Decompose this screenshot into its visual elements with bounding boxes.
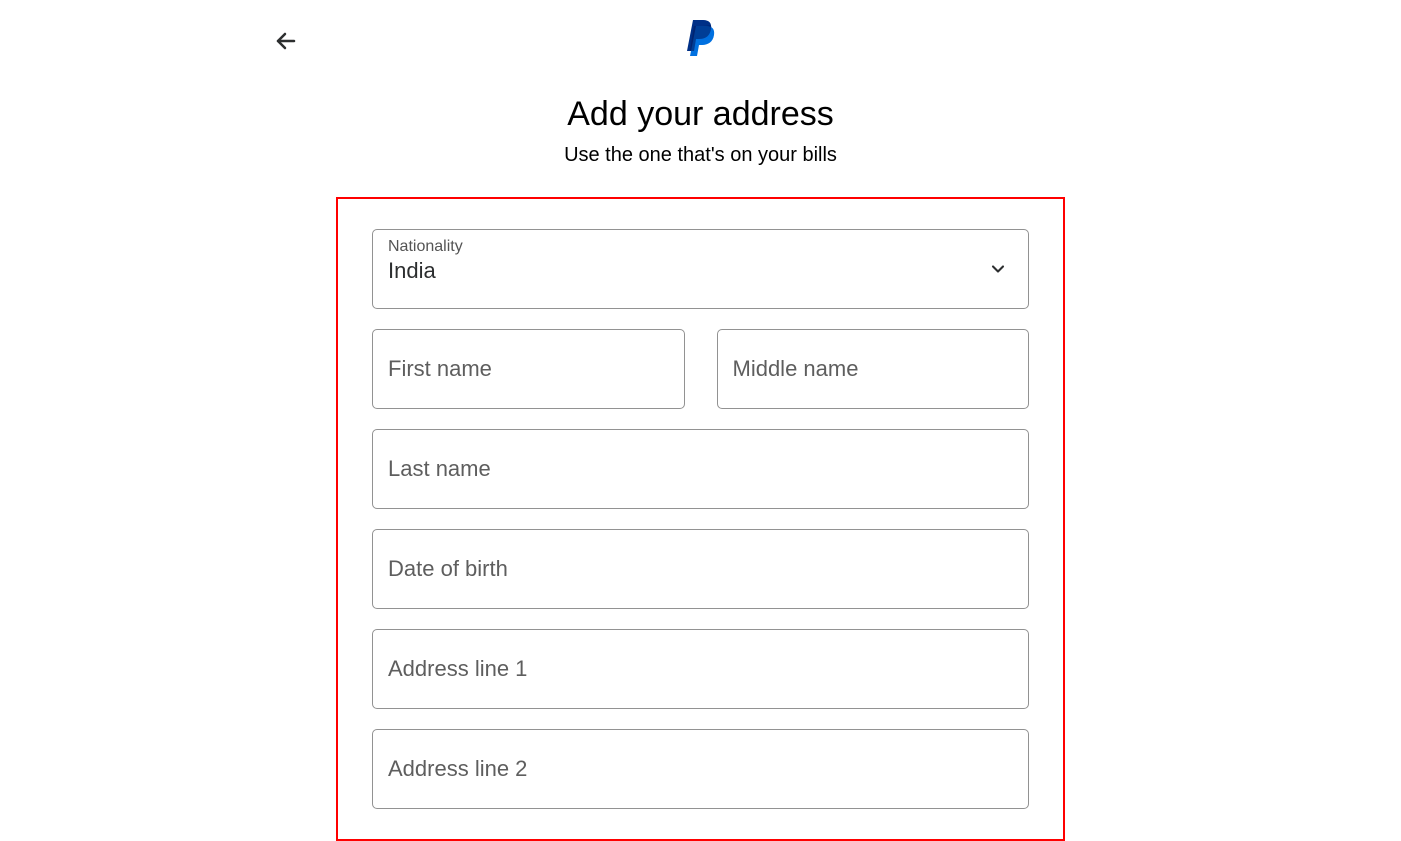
date-of-birth-field[interactable] <box>372 529 1029 609</box>
back-button[interactable] <box>270 25 302 57</box>
form-container: Nationality India <box>336 197 1065 841</box>
nationality-label: Nationality <box>388 238 463 256</box>
page-title: Add your address <box>0 95 1401 134</box>
address-line-2-field[interactable] <box>372 729 1029 809</box>
middle-name-field[interactable] <box>717 329 1030 409</box>
arrow-left-icon <box>274 29 298 53</box>
nationality-value: India <box>388 258 978 284</box>
nationality-select[interactable]: Nationality India <box>372 229 1029 309</box>
page-subtitle: Use the one that's on your bills <box>0 144 1401 167</box>
header-section: Add your address Use the one that's on y… <box>0 95 1401 167</box>
first-name-field[interactable] <box>372 329 685 409</box>
address-line-1-field[interactable] <box>372 629 1029 709</box>
paypal-logo <box>685 18 717 56</box>
chevron-down-icon <box>988 259 1008 279</box>
last-name-field[interactable] <box>372 429 1029 509</box>
